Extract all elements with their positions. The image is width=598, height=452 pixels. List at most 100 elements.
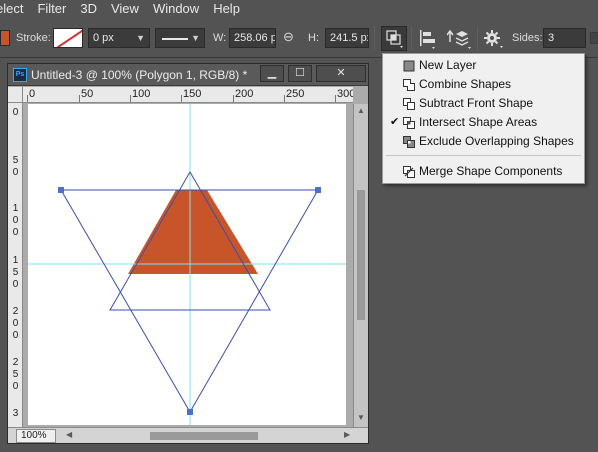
- ruler-tick-label: 1: [12, 255, 19, 266]
- scroll-left-icon[interactable]: ◀: [66, 430, 72, 439]
- menu-item-subtract-front-shape[interactable]: Subtract Front Shape: [384, 94, 583, 113]
- menu-item-merge-shape-components[interactable]: Merge Shape Components: [384, 162, 583, 181]
- scroll-down-icon[interactable]: ▼: [354, 412, 368, 424]
- status-bar: 100% ◀ ▶: [8, 427, 368, 443]
- sides-field[interactable]: 3: [543, 28, 586, 48]
- menu-item-intersect-shape-areas[interactable]: ✔ Intersect Shape Areas: [384, 113, 583, 132]
- ruler-origin[interactable]: [8, 87, 23, 103]
- menu-item-label: Exclude Overlapping Shapes: [419, 134, 574, 148]
- horizontal-ruler[interactable]: 0 50 100 150 200 250 300: [23, 87, 353, 103]
- path-operations-button[interactable]: [381, 26, 407, 51]
- ruler-tick-label: 2: [12, 357, 19, 368]
- sides-label: Sides:: [512, 32, 543, 44]
- menu-select[interactable]: elect: [0, 0, 30, 17]
- menu-item-label: Combine Shapes: [419, 77, 512, 91]
- scroll-up-icon[interactable]: ▲: [354, 105, 368, 117]
- ruler-tick-label: 0: [12, 167, 19, 178]
- line-style-icon: [162, 38, 188, 40]
- stroke-label: Stroke:: [16, 32, 51, 44]
- menu-item-exclude-overlapping-shapes[interactable]: Exclude Overlapping Shapes: [384, 132, 583, 151]
- width-value: 258.06 p: [234, 32, 276, 44]
- ruler-tick-label: 150: [183, 88, 202, 100]
- ruler-tick-label: 0: [12, 215, 19, 226]
- menu-filter[interactable]: Filter: [30, 0, 73, 17]
- zoom-level-field[interactable]: 100%: [16, 429, 56, 443]
- ruler-tick-label: 0: [29, 88, 36, 100]
- menu-3d[interactable]: 3D: [73, 0, 104, 17]
- options-bar: Stroke: 0 px ▼ ▼ W: 258.06 p ⊖ H: 241.5 …: [0, 18, 598, 58]
- subtract-front-shape-icon: [403, 98, 415, 110]
- divider: [374, 26, 375, 50]
- chevron-down-icon: ▼: [136, 33, 145, 43]
- ruler-tick-label: 0: [12, 381, 19, 392]
- combine-shapes-icon: [403, 79, 415, 91]
- document-title: Untitled-3 @ 100% (Polygon 1, RGB/8) *: [31, 68, 248, 82]
- divider: [477, 26, 478, 50]
- stroke-style-dropdown[interactable]: ▼: [155, 28, 205, 48]
- menu-view[interactable]: View: [104, 0, 146, 17]
- menu-bar: elect Filter 3D View Window Help: [0, 0, 598, 17]
- canvas-area[interactable]: [24, 104, 353, 427]
- document-window: Ps Untitled-3 @ 100% (Polygon 1, RGB/8) …: [7, 63, 369, 444]
- divider: [411, 26, 412, 50]
- ruler-tick-label: 300: [337, 88, 353, 100]
- chevron-down-icon: ▼: [191, 33, 200, 43]
- checkmark-icon: ✔: [390, 116, 400, 128]
- vertical-ruler[interactable]: 0 5 0 1 0 0 1 5 0 2 0 0 2 5 0 3: [8, 103, 23, 427]
- path-arrangement-button[interactable]: [446, 28, 473, 53]
- width-field[interactable]: 258.06 p: [229, 28, 276, 48]
- height-field[interactable]: 241.5 px: [325, 28, 369, 48]
- intersect-shape-areas-icon: [403, 117, 415, 129]
- link-icon[interactable]: ⊖: [283, 30, 294, 44]
- ruler-tick-label: 3: [12, 408, 19, 419]
- height-value: 241.5 px: [330, 32, 369, 44]
- horizontal-scroll-thumb[interactable]: [150, 432, 258, 440]
- menu-item-combine-shapes[interactable]: Combine Shapes: [384, 75, 583, 94]
- star-checkbox[interactable]: [590, 32, 598, 44]
- restore-button[interactable]: ☐: [288, 65, 312, 82]
- exclude-overlapping-shapes-icon: [403, 136, 415, 148]
- gear-icon: [484, 30, 503, 48]
- path-operations-menu: New Layer Combine Shapes Subtract Front …: [382, 53, 585, 184]
- document-tab[interactable]: Ps Untitled-3 @ 100% (Polygon 1, RGB/8) …: [8, 64, 368, 86]
- height-label: H:: [308, 32, 319, 44]
- path-arrangement-icon: [446, 29, 471, 49]
- vertical-scroll-thumb[interactable]: [357, 190, 365, 320]
- menu-item-label: Intersect Shape Areas: [419, 115, 538, 129]
- scroll-right-icon[interactable]: ▶: [344, 430, 350, 439]
- ruler-tick-label: 2: [12, 306, 19, 317]
- ruler-tick-label: 0: [12, 330, 19, 341]
- ruler-tick-label: 1: [12, 203, 19, 214]
- ruler-tick-label: 0: [12, 107, 19, 118]
- menu-help[interactable]: Help: [206, 0, 247, 17]
- new-layer-icon: [403, 60, 415, 72]
- fill-color-swatch[interactable]: [0, 30, 10, 46]
- close-button[interactable]: ✕: [316, 65, 366, 82]
- menu-window[interactable]: Window: [146, 0, 206, 17]
- anchor-point: [315, 187, 321, 193]
- path-operations-icon: [386, 30, 403, 48]
- stroke-width-value: 0 px: [93, 32, 114, 44]
- menu-item-new-layer[interactable]: New Layer: [384, 56, 583, 75]
- stroke-width-field[interactable]: 0 px ▼: [88, 28, 150, 48]
- ruler-tick-label: 5: [12, 369, 19, 380]
- path-alignment-button[interactable]: [418, 29, 440, 52]
- ps-document-icon: Ps: [13, 68, 27, 82]
- canvas-artwork: [28, 104, 346, 425]
- settings-button[interactable]: [484, 29, 506, 52]
- sides-value: 3: [548, 32, 555, 44]
- stroke-color-swatch[interactable]: [53, 28, 83, 48]
- minimize-button[interactable]: ▁: [260, 65, 284, 82]
- ruler-tick-label: 5: [12, 155, 19, 166]
- vertical-scrollbar[interactable]: ▲ ▼: [353, 104, 368, 427]
- menu-separator: [386, 155, 581, 156]
- width-label: W:: [213, 32, 227, 44]
- ruler-tick-label: 5: [12, 267, 19, 278]
- document-canvas[interactable]: [28, 104, 346, 425]
- ruler-tick-label: 0: [12, 279, 19, 290]
- menu-item-label: Subtract Front Shape: [419, 96, 534, 110]
- menu-item-label: Merge Shape Components: [419, 164, 563, 178]
- ruler-tick-label: 200: [235, 88, 254, 100]
- ruler-tick-label: 100: [132, 88, 151, 100]
- ruler-tick-label: 0: [12, 318, 19, 329]
